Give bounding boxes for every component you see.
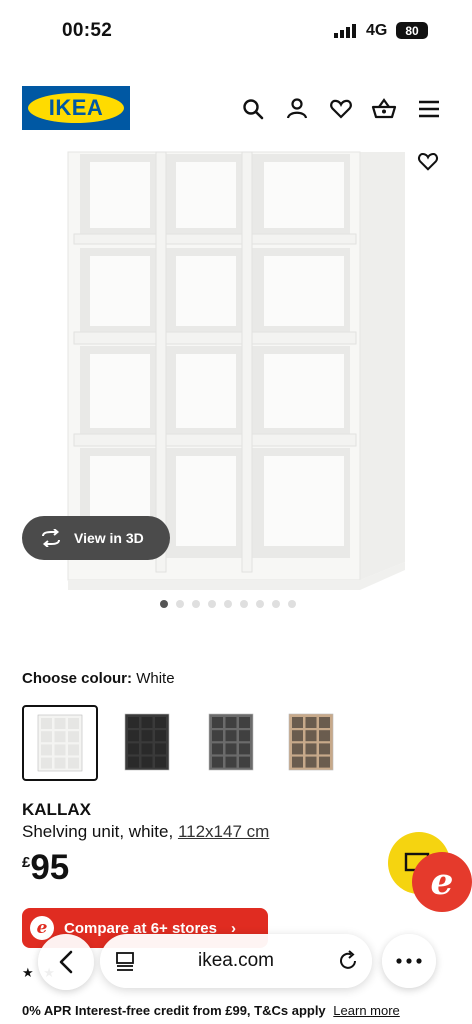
- product-description: Shelving unit, white, 112x147 cm: [22, 822, 269, 842]
- basket-icon[interactable]: [371, 96, 397, 122]
- menu-icon[interactable]: [416, 96, 442, 122]
- shelf-thumbnail-icon: [288, 713, 334, 771]
- carousel-dot[interactable]: [240, 600, 248, 608]
- colour-chooser-label: Choose colour: White: [22, 670, 175, 687]
- learn-more-link[interactable]: Learn more: [333, 1003, 399, 1018]
- browser-back-button[interactable]: [38, 934, 94, 990]
- browser-more-button[interactable]: [382, 934, 436, 988]
- cellular-signal-icon: [334, 24, 356, 38]
- browser-address-bar[interactable]: ikea.com: [100, 934, 372, 988]
- search-icon[interactable]: [240, 96, 266, 122]
- carousel-dots[interactable]: [160, 600, 296, 608]
- selected-colour: White: [136, 670, 175, 687]
- chevron-left-icon: [59, 950, 73, 974]
- rotate-3d-icon: [42, 529, 60, 547]
- carousel-dot[interactable]: [208, 600, 216, 608]
- carousel-dot[interactable]: [192, 600, 200, 608]
- view-in-3d-label: View in 3D: [74, 530, 144, 546]
- carousel-dot[interactable]: [160, 600, 168, 608]
- colour-swatch[interactable]: [22, 705, 98, 781]
- wishlist-heart-icon[interactable]: [416, 150, 440, 172]
- url-text: ikea.com: [197, 950, 275, 971]
- view-in-3d-button[interactable]: View in 3D: [22, 516, 170, 560]
- network-type: 4G: [366, 22, 388, 39]
- battery-level: 80: [396, 22, 428, 39]
- shelf-thumbnail-icon: [208, 713, 254, 771]
- price-amount: 95: [30, 848, 70, 887]
- honey-extension-button[interactable]: e: [412, 852, 472, 912]
- user-icon[interactable]: [284, 96, 310, 122]
- colour-swatch[interactable]: [110, 705, 184, 779]
- finance-text: 0% APR Interest-free credit from £99, T&…: [22, 1003, 326, 1018]
- heart-icon[interactable]: [328, 96, 354, 122]
- carousel-dot[interactable]: [256, 600, 264, 608]
- carousel-dot[interactable]: [288, 600, 296, 608]
- product-type: Shelving unit, white,: [22, 822, 174, 841]
- product-size-link[interactable]: 112x147 cm: [178, 822, 269, 841]
- reload-icon[interactable]: [336, 949, 360, 973]
- shelf-thumbnail-icon: [124, 713, 170, 771]
- finance-banner: 0% APR Interest-free credit from £99, T&…: [22, 1003, 400, 1018]
- more-dots-icon: [396, 958, 422, 964]
- ikea-logo[interactable]: IKEA: [22, 86, 130, 130]
- honey-logo-icon: e: [30, 916, 54, 940]
- carousel-dot[interactable]: [272, 600, 280, 608]
- colour-swatch[interactable]: [194, 705, 268, 779]
- product-price: £95: [22, 848, 69, 888]
- price-currency: £: [22, 854, 31, 871]
- status-time: 00:52: [62, 20, 113, 41]
- choose-colour-label: Choose colour:: [22, 670, 133, 687]
- logo-text: IKEA: [48, 95, 104, 120]
- shelf-thumbnail-icon: [37, 714, 83, 772]
- carousel-dot[interactable]: [224, 600, 232, 608]
- colour-swatch[interactable]: [274, 705, 348, 779]
- product-name: KALLAX: [22, 800, 91, 819]
- carousel-dot[interactable]: [176, 600, 184, 608]
